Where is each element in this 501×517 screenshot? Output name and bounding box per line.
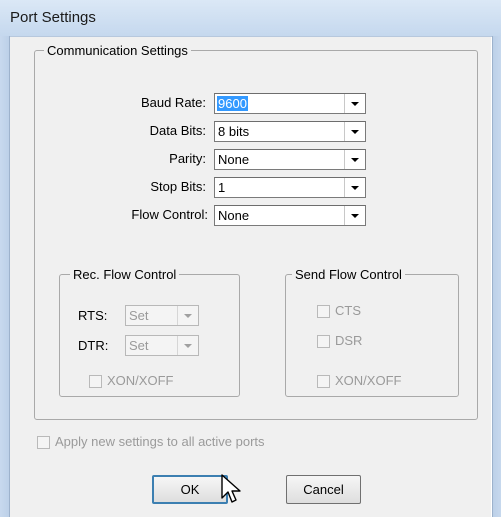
cancel-button[interactable]: Cancel xyxy=(286,475,361,504)
chevron-down-icon[interactable] xyxy=(177,306,198,325)
rts-label: RTS: xyxy=(78,308,108,323)
send-flow-control-legend: Send Flow Control xyxy=(292,267,405,282)
window-left-border xyxy=(0,36,10,517)
flow-control-label: Flow Control: xyxy=(131,207,208,222)
chevron-down-icon[interactable] xyxy=(177,336,198,355)
dtr-select[interactable]: Set xyxy=(125,335,199,356)
chevron-down-icon[interactable] xyxy=(344,206,365,225)
cts-checkbox[interactable] xyxy=(317,305,330,318)
apply-all-ports-checkbox[interactable] xyxy=(37,436,50,449)
baud-rate-select[interactable]: 9600 xyxy=(214,93,366,114)
dsr-checkbox[interactable] xyxy=(317,335,330,348)
flow-control-select[interactable]: None xyxy=(214,205,366,226)
mouse-pointer-icon xyxy=(221,474,241,503)
chevron-down-icon[interactable] xyxy=(344,178,365,197)
window-title: Port Settings xyxy=(10,9,96,26)
title-bar[interactable]: Port Settings xyxy=(0,0,501,37)
parity-label: Parity: xyxy=(169,151,206,166)
data-bits-label: Data Bits: xyxy=(149,123,206,138)
ok-button[interactable]: OK xyxy=(152,475,228,504)
dtr-label: DTR: xyxy=(78,338,109,353)
send-xon-xoff-label: XON/XOFF xyxy=(335,373,402,388)
rec-flow-control-legend: Rec. Flow Control xyxy=(70,267,180,282)
chevron-down-icon[interactable] xyxy=(344,150,365,169)
dtr-value: Set xyxy=(129,338,149,353)
parity-select[interactable]: None xyxy=(214,149,366,170)
stop-bits-value: 1 xyxy=(218,180,226,195)
rec-xon-xoff-checkbox[interactable] xyxy=(89,375,102,388)
apply-all-ports-label: Apply new settings to all active ports xyxy=(55,434,265,449)
flow-control-value: None xyxy=(218,208,250,223)
baud-rate-value: 9600 xyxy=(217,96,248,111)
communication-settings-legend: Communication Settings xyxy=(44,43,191,58)
window-right-border xyxy=(492,36,501,517)
data-bits-select[interactable]: 8 bits xyxy=(214,121,366,142)
chevron-down-icon[interactable] xyxy=(344,122,365,141)
baud-rate-label: Baud Rate: xyxy=(140,95,206,110)
dialog-client-area: Communication Settings Baud Rate: 9600 D… xyxy=(10,37,491,517)
dsr-label: DSR xyxy=(335,333,363,348)
rts-value: Set xyxy=(129,308,149,323)
port-settings-window: Port Settings Communication Settings Bau… xyxy=(0,0,501,517)
rec-xon-xoff-label: XON/XOFF xyxy=(107,373,174,388)
rts-select[interactable]: Set xyxy=(125,305,199,326)
stop-bits-label: Stop Bits: xyxy=(150,179,206,194)
data-bits-value: 8 bits xyxy=(218,124,250,139)
stop-bits-select[interactable]: 1 xyxy=(214,177,366,198)
send-xon-xoff-checkbox[interactable] xyxy=(317,375,330,388)
parity-value: None xyxy=(218,152,250,167)
chevron-down-icon[interactable] xyxy=(344,94,365,113)
cts-label: CTS xyxy=(335,303,361,318)
